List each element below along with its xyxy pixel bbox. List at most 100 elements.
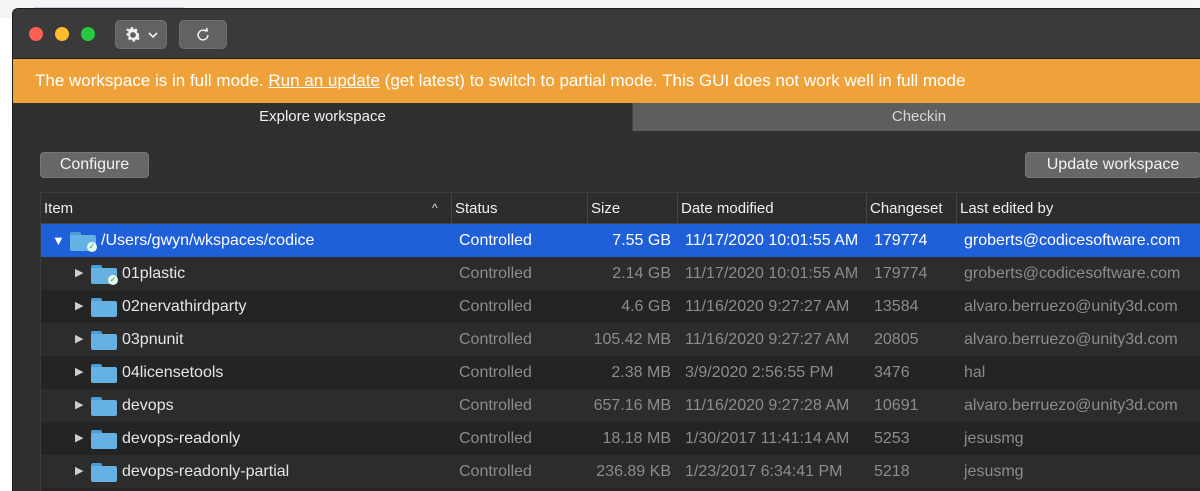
column-header-changeset[interactable]: Changeset: [866, 193, 956, 224]
item-size: 657.16 MB: [593, 397, 671, 414]
gear-icon: [125, 26, 141, 41]
collapsed-arrow-icon[interactable]: ▶: [75, 422, 83, 455]
item-changeset: 10691: [874, 397, 919, 414]
table-row[interactable]: ▶ ✓ 01plastic Controlled 2.14 GB 11/17/2…: [41, 257, 1200, 290]
folder-icon: [91, 364, 117, 383]
item-size: 4.6 GB: [621, 298, 671, 315]
item-changeset: 179774: [874, 232, 928, 249]
workspace-items-table: Item ^ Status Size Date modified Changes…: [40, 192, 1200, 491]
tab-checkin[interactable]: Checkin: [631, 103, 1200, 131]
checkmark-icon: ✓: [108, 275, 118, 285]
collapsed-arrow-icon[interactable]: ▶: [75, 323, 83, 356]
explore-workspace-panel: Configure Update workspace Item ^ Status…: [13, 131, 1200, 491]
item-size: 7.55 GB: [612, 232, 671, 249]
table-row[interactable]: ▶ devops-readonly Controlled 18.18 MB 1/…: [41, 422, 1200, 455]
item-date-modified: 11/16/2020 9:27:27 AM: [685, 331, 850, 348]
item-name: devops-readonly-partial: [122, 463, 290, 480]
item-last-edited-by: groberts@codicesoftware.com: [964, 265, 1181, 282]
refresh-icon: [197, 27, 209, 41]
chevron-down-icon: [148, 31, 158, 38]
item-status: Controlled: [459, 331, 532, 348]
item-name: /Users/gwyn/wkspaces/codice: [101, 232, 315, 249]
item-changeset: 5218: [874, 463, 910, 480]
item-name: devops: [122, 397, 174, 414]
settings-menu-button[interactable]: [115, 20, 167, 49]
column-header-item[interactable]: Item: [41, 193, 451, 224]
item-changeset: 179774: [874, 265, 928, 282]
item-changeset: 13584: [874, 298, 919, 315]
column-header-date-modified[interactable]: Date modified: [677, 193, 866, 224]
collapsed-arrow-icon[interactable]: ▶: [75, 257, 83, 290]
item-date-modified: 3/9/2020 2:56:55 PM: [685, 364, 834, 381]
tab-explore-workspace[interactable]: Explore workspace: [13, 103, 632, 131]
table-row[interactable]: ▶ 03pnunit Controlled 105.42 MB 11/16/20…: [41, 323, 1200, 356]
item-last-edited-by: hal: [964, 364, 986, 381]
item-name: 04licensetools: [122, 364, 224, 381]
item-date-modified: 1/30/2017 11:41:14 AM: [685, 430, 850, 447]
folder-icon: [91, 463, 117, 482]
item-last-edited-by: alvaro.berruezo@unity3d.com: [964, 397, 1178, 414]
item-status: Controlled: [459, 364, 532, 381]
item-name: 03pnunit: [122, 331, 184, 348]
item-changeset: 5253: [874, 430, 910, 447]
folder-icon: [91, 298, 117, 317]
folder-icon: [91, 397, 117, 416]
column-header-size[interactable]: Size: [587, 193, 677, 224]
collapsed-arrow-icon[interactable]: ▶: [75, 455, 83, 488]
item-name: 01plastic: [122, 265, 186, 282]
item-last-edited-by: jesusmg: [964, 430, 1024, 447]
sort-ascending-icon[interactable]: ^: [432, 193, 438, 224]
collapsed-arrow-icon[interactable]: ▶: [75, 290, 83, 323]
collapsed-arrow-icon[interactable]: ▶: [75, 356, 83, 389]
item-changeset: 3476: [874, 364, 910, 381]
item-date-modified: 1/23/2017 6:34:41 PM: [685, 463, 843, 480]
full-mode-warning-banner: The workspace is in full mode. Run an up…: [13, 59, 1200, 103]
item-date-modified: 11/16/2020 9:27:27 AM: [685, 298, 850, 315]
table-row[interactable]: ▶ devops Controlled 657.16 MB 11/16/2020…: [41, 389, 1200, 422]
table-row-root[interactable]: ▼ ✓ /Users/gwyn/wkspaces/codice Controll…: [41, 224, 1200, 257]
item-status: Controlled: [459, 463, 532, 480]
banner-text-after: (get latest) to switch to partial mode. …: [379, 71, 966, 90]
column-header-status[interactable]: Status: [451, 193, 587, 224]
item-size: 2.38 MB: [611, 364, 671, 381]
item-size: 105.42 MB: [593, 331, 671, 348]
table-row[interactable]: ▶ 02nervathirdparty Controlled 4.6 GB 11…: [41, 290, 1200, 323]
zoom-window-button[interactable]: [81, 27, 95, 41]
item-status: Controlled: [459, 430, 532, 447]
title-bar: [13, 9, 1200, 59]
banner-text-before: The workspace is in full mode.: [35, 71, 269, 90]
item-last-edited-by: alvaro.berruezo@unity3d.com: [964, 298, 1178, 315]
app-window: The workspace is in full mode. Run an up…: [12, 8, 1200, 491]
item-size: 2.14 GB: [612, 265, 671, 282]
table-header: Item ^ Status Size Date modified Changes…: [41, 193, 1200, 224]
update-workspace-button[interactable]: Update workspace: [1025, 152, 1200, 178]
item-status: Controlled: [459, 397, 532, 414]
item-size: 236.89 KB: [596, 463, 671, 480]
close-window-button[interactable]: [29, 27, 43, 41]
collapsed-arrow-icon[interactable]: ▶: [75, 389, 83, 422]
item-status: Controlled: [459, 298, 532, 315]
item-status: Controlled: [459, 265, 532, 282]
folder-icon: [91, 331, 117, 350]
item-status: Controlled: [459, 232, 532, 249]
item-changeset: 20805: [874, 331, 919, 348]
checkmark-icon: ✓: [87, 242, 97, 252]
expanded-arrow-icon[interactable]: ▼: [52, 224, 65, 257]
refresh-button[interactable]: [179, 20, 227, 49]
item-last-edited-by: jesusmg: [964, 463, 1024, 480]
tab-bar: Explore workspace Checkin: [13, 103, 1200, 131]
configure-button[interactable]: Configure: [40, 152, 149, 178]
background-window-title: [34, 0, 184, 8]
item-name: 02nervathirdparty: [122, 298, 247, 315]
item-date-modified: 11/17/2020 10:01:55 AM: [685, 265, 859, 282]
folder-icon: ✓: [70, 232, 97, 252]
folder-icon: [91, 430, 117, 449]
minimize-window-button[interactable]: [55, 27, 69, 41]
table-row[interactable]: ▶ 04licensetools Controlled 2.38 MB 3/9/…: [41, 356, 1200, 389]
item-date-modified: 11/16/2020 9:27:28 AM: [685, 397, 850, 414]
column-header-last-edited-by[interactable]: Last edited by: [956, 193, 1200, 224]
run-update-link[interactable]: Run an update: [268, 71, 380, 90]
item-last-edited-by: alvaro.berruezo@unity3d.com: [964, 331, 1178, 348]
folder-icon: ✓: [91, 265, 118, 285]
table-row[interactable]: ▶ devops-readonly-partial Controlled 236…: [41, 455, 1200, 488]
